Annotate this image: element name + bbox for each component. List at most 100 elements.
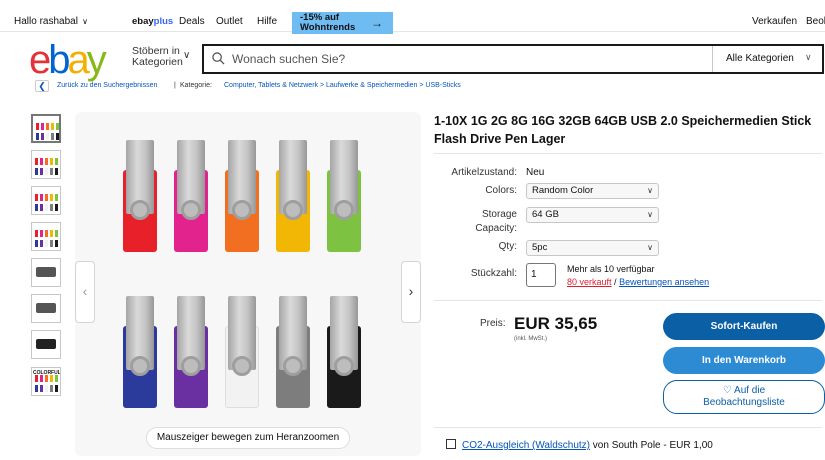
thumbnail[interactable] [31,114,61,143]
thumbnail-stick [55,158,58,165]
arrow-right-icon: → [371,16,383,30]
thumbnail-stick [41,133,44,140]
separator: / [614,277,617,287]
thumbnail-stick [40,230,43,237]
thumbnail-stick [40,194,43,201]
thumbnail[interactable] [31,186,61,215]
thumbnail-stick [35,385,38,392]
chevron-left-icon: ‹ [82,283,88,299]
thumbnail-stick [40,240,43,247]
user-greeting[interactable]: Hallo rashabal ∨ [14,16,88,27]
search-icon [212,52,225,65]
thumbnail-stick [40,375,43,382]
deals-link[interactable]: Deals [179,16,205,27]
thumbnail-stick [40,204,43,211]
verkaufen-link[interactable]: Verkaufen [752,16,797,27]
storage-select[interactable]: 64 GB ∨ [526,207,659,223]
browse-categories-button[interactable]: Stöbern in Kategorien [132,46,183,68]
usb-stick [174,140,208,252]
qty-select[interactable]: 5pc ∨ [526,240,659,256]
promo-banner[interactable]: -15% auf Wohntrends → [292,12,393,34]
thumbnail[interactable] [31,258,61,287]
breadcrumb: ❮ Zurück zu den Suchergebnissen | Katego… [0,80,825,94]
thumbnail-stick [45,230,48,237]
thumbnail-stick [35,230,38,237]
thumbnail-stick [35,194,38,201]
availability-info: Mehr als 10 verfügbar 80 verkauft / Bewe… [567,263,709,289]
chevron-right-icon: › [408,283,414,299]
quantity-input[interactable]: 1 [526,263,556,287]
thumbnail-stick [55,204,58,211]
divider [434,153,822,154]
thumbnail-stick [40,385,43,392]
usb-stick [225,296,259,408]
co2-offset-option[interactable]: CO2-Ausgleich (Waldschutz) von South Pol… [446,439,713,451]
thumbnail-stick [40,158,43,165]
thumbnail[interactable] [31,150,61,179]
thumbnail-stick [35,240,38,247]
thumbnail-stick [45,385,48,392]
chevron-down-icon: ∨ [647,186,653,195]
qty-selected-value: 5pc [532,242,548,253]
chevron-down-icon: ∨ [183,50,191,61]
usb-stick [174,296,208,408]
back-to-results-link[interactable]: Zurück zu den Suchergebnissen [57,82,157,89]
thumbnail[interactable] [31,294,61,323]
usb-stick [276,140,310,252]
thumbnail-stick [50,375,53,382]
co2-checkbox[interactable] [446,439,456,449]
thumbnail-stick [35,168,38,175]
promo-text: -15% auf Wohntrends [300,13,355,33]
chevron-down-icon: ∨ [79,17,89,26]
sold-count-link[interactable]: 80 verkauft [567,277,612,287]
thumbnail[interactable]: COLORFUL [31,367,61,396]
category-select[interactable]: Alle Kategorien [726,53,794,64]
storage-label-line-1: Storage [481,209,517,220]
reviews-link[interactable]: Bewertungen ansehen [619,277,709,287]
back-arrow-icon[interactable]: ❮ [35,80,49,92]
thumbnail-image [36,303,56,313]
thumbnail-stick [41,123,44,130]
buy-now-button[interactable]: Sofort-Kaufen [663,313,825,340]
thumbnail-stick [50,240,53,247]
price-value: EUR 35,65 [514,314,598,333]
thumbnail-stick [35,375,38,382]
thumbnail-stick [55,240,58,247]
hilfe-link[interactable]: Hilfe [257,16,277,27]
top-utility-bar: Hallo rashabal ∨ ebayplus Deals Outlet H… [0,0,825,34]
price-note: (inkl. MwSt.) [514,336,547,342]
divider [434,300,822,301]
usb-stick [123,296,157,408]
availability-text: Mehr als 10 verfügbar [567,264,655,274]
previous-image-button[interactable]: ‹ [75,261,95,323]
ebayplus-plus-text: plus [153,16,174,27]
category-path-links[interactable]: Computer, Tablets & Netzwerk > Laufwerke… [224,82,461,89]
outlet-link[interactable]: Outlet [216,16,243,27]
product-image[interactable] [75,112,421,456]
chevron-down-icon: ∨ [805,52,812,62]
colors-label: Colors: [485,185,517,196]
co2-link[interactable]: CO2-Ausgleich (Waldschutz) [462,440,590,451]
search-input[interactable] [232,50,702,68]
thumbnail-stick [50,158,53,165]
ebay-logo[interactable]: ebay [29,40,107,80]
thumbnail-stick [55,230,58,237]
next-image-button[interactable]: › [401,261,421,323]
search-bar: Alle Kategorien ∨ [202,44,824,74]
thumbnail-stick [50,204,53,211]
ebayplus-link[interactable]: ebayplus [132,16,173,27]
greeting-text: Hallo rashabal [14,16,78,27]
usb-stick [123,140,157,252]
thumbnail-stick [35,204,38,211]
colors-select[interactable]: Random Color ∨ [526,183,659,199]
stueckzahl-label: Stückzahl: [470,268,517,279]
thumbnail-stick [55,375,58,382]
thumbnail-stick [45,204,48,211]
add-to-cart-button[interactable]: In den Warenkorb [663,347,825,374]
thumbnail[interactable] [31,330,61,359]
thumbnail-stick [51,133,54,140]
add-to-watchlist-button[interactable]: ♡ Auf die Beobachtungsliste [663,380,825,414]
thumbnail-stick [36,133,39,140]
thumbnail[interactable] [31,222,61,251]
beobachten-link[interactable]: Beol [806,16,825,27]
